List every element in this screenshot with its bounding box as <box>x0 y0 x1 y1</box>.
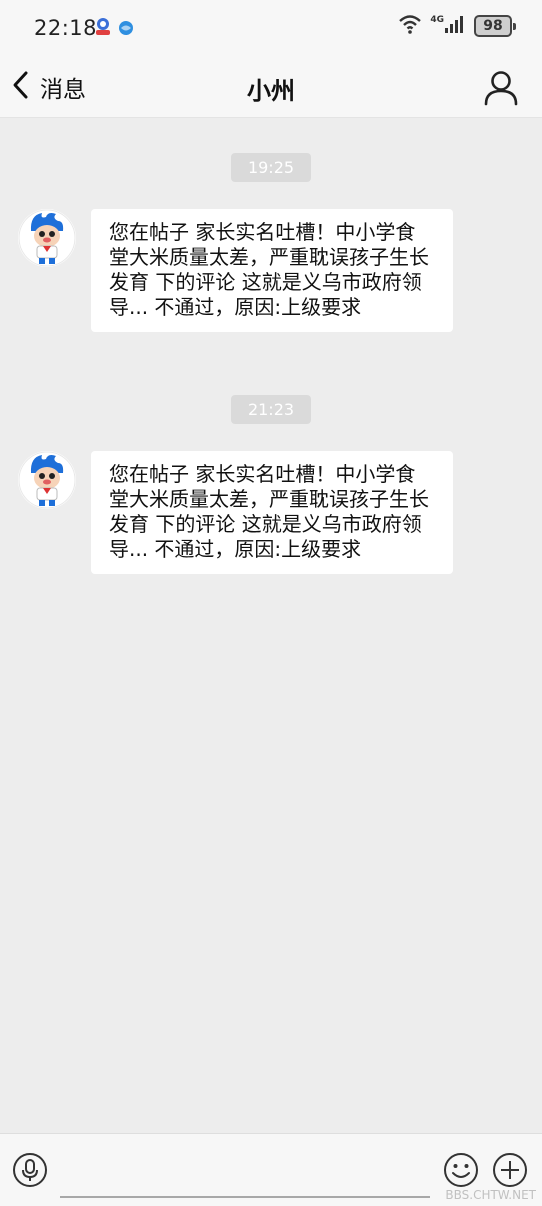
notification-app-icon <box>94 17 112 35</box>
browser-app-icon <box>118 20 136 38</box>
plus-icon <box>493 1153 527 1187</box>
signal-icon <box>444 14 466 38</box>
avatar-mascot-icon <box>18 209 76 267</box>
profile-icon <box>482 71 520 110</box>
voice-button[interactable] <box>12 1152 48 1188</box>
watermark: BBS.CHTW.NET <box>445 1188 536 1202</box>
message-bubble[interactable]: 您在帖子 家长实名吐槽！中小学食堂大米质量太差，严重耽误孩子生长发育 下的评论 … <box>91 209 453 332</box>
more-options-button[interactable] <box>492 1152 528 1188</box>
status-time: 22:18 <box>34 16 98 40</box>
back-button[interactable]: 消息 <box>10 68 86 106</box>
input-bar: BBS.CHTW.NET <box>0 1133 542 1206</box>
profile-button[interactable] <box>482 68 520 106</box>
emoji-button[interactable] <box>443 1152 479 1188</box>
message-bubble[interactable]: 您在帖子 家长实名吐槽！中小学食堂大米质量太差，严重耽误孩子生长发育 下的评论 … <box>91 451 453 574</box>
message-list[interactable]: 19:25 您在帖子 家长实名吐槽！中小学食堂大米质量太差，严重耽误孩子生长发育… <box>0 119 542 1131</box>
network-type: 4G <box>430 15 444 25</box>
message-time: 21:23 <box>231 395 311 424</box>
sender-avatar[interactable] <box>18 451 76 509</box>
status-bar: 22:18 4G 98 <box>0 0 542 56</box>
emoji-icon <box>444 1153 478 1187</box>
sender-avatar[interactable] <box>18 209 76 267</box>
chat-header: 消息 小州 <box>0 56 542 118</box>
message-input[interactable] <box>60 1142 430 1198</box>
message-time: 19:25 <box>231 153 311 182</box>
back-chevron-icon <box>10 69 32 105</box>
back-label: 消息 <box>40 77 86 103</box>
status-indicators: 4G 98 <box>398 14 516 38</box>
wifi-icon <box>398 14 422 38</box>
microphone-icon <box>13 1153 47 1187</box>
avatar-mascot-icon <box>18 451 76 509</box>
chat-screen: 22:18 4G 98 消息 小州 19:25 您在帖子 家长实名吐槽！中小学食… <box>0 0 542 1206</box>
battery-icon: 98 <box>474 15 516 37</box>
